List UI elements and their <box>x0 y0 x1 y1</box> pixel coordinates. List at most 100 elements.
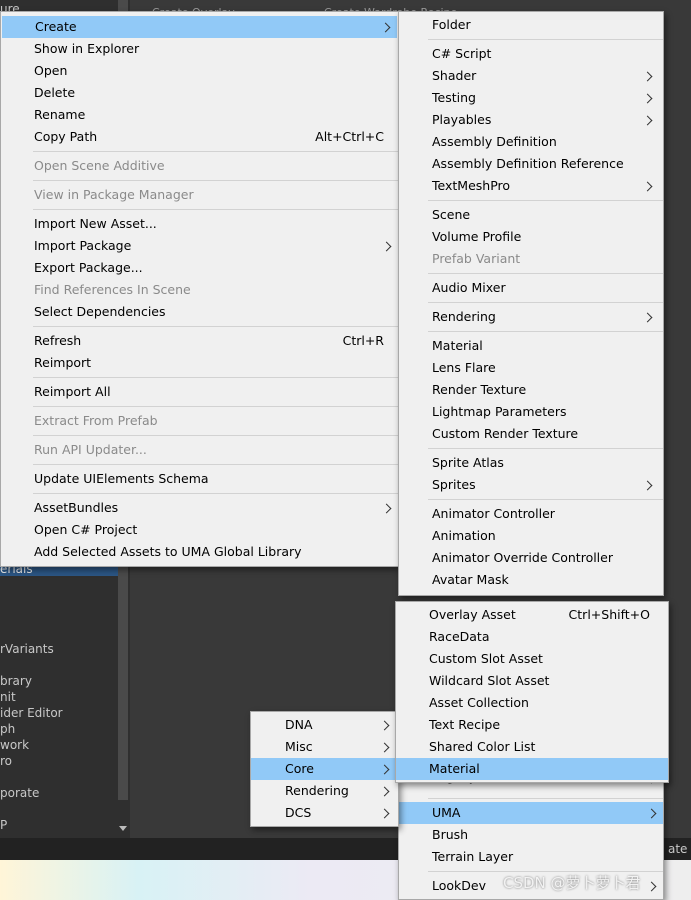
bg-item[interactable]: nit <box>0 690 16 704</box>
menu-item-label: Select Dependencies <box>34 304 166 319</box>
bg-item[interactable]: ider Editor <box>0 706 63 720</box>
menu-item-label: AssetBundles <box>34 500 119 515</box>
menu-item-render-texture[interactable]: Render Texture <box>399 379 663 401</box>
menu-item-lightmap-parameters[interactable]: Lightmap Parameters <box>399 401 663 423</box>
menu-item-volume-profile[interactable]: Volume Profile <box>399 226 663 248</box>
menu-item-scene[interactable]: Scene <box>399 204 663 226</box>
menu-item-shared-color-list[interactable]: Shared Color List <box>396 736 668 758</box>
menu-item-material[interactable]: Material <box>399 335 663 357</box>
menu-item-core[interactable]: Core <box>251 758 398 780</box>
menu-item-add-selected-assets-to-uma-global-library[interactable]: Add Selected Assets to UMA Global Librar… <box>1 541 398 563</box>
menu-item-lens-flare[interactable]: Lens Flare <box>399 357 663 379</box>
menu-item-open[interactable]: Open <box>1 60 398 82</box>
menu-item-animation[interactable]: Animation <box>399 525 663 547</box>
menu-item-label: Volume Profile <box>432 229 522 244</box>
bg-item[interactable]: rVariants <box>0 642 54 656</box>
menu-item-rendering[interactable]: Rendering <box>251 780 398 802</box>
menu-item-assembly-definition-reference[interactable]: Assembly Definition Reference <box>399 153 663 175</box>
menu-item-assetbundles[interactable]: AssetBundles <box>1 497 398 519</box>
menu-item-sprite-atlas[interactable]: Sprite Atlas <box>399 452 663 474</box>
menu-item-brush[interactable]: Brush <box>399 824 663 846</box>
chevron-right-icon <box>379 786 390 797</box>
menu-item-label: Add Selected Assets to UMA Global Librar… <box>34 544 302 559</box>
menu-separator <box>33 151 398 152</box>
menu-item-show-in-explorer[interactable]: Show in Explorer <box>1 38 398 60</box>
menu-item-run-api-updater: Run API Updater... <box>1 439 398 461</box>
chevron-right-icon <box>646 808 657 819</box>
menu-separator <box>428 273 663 274</box>
menu-item-animator-override-controller[interactable]: Animator Override Controller <box>399 547 663 569</box>
menu-item-label: Lens Flare <box>432 360 496 375</box>
core-submenu: Overlay Asset Ctrl+Shift+O RaceData Custom … <box>395 601 669 783</box>
bg-item[interactable]: brary <box>0 674 32 688</box>
menu-item-label: Extract From Prefab <box>34 413 158 428</box>
menu-item-custom-render-texture[interactable]: Custom Render Texture <box>399 423 663 445</box>
menu-item-label: Reimport All <box>34 384 111 399</box>
menu-item-label: Create <box>35 19 77 34</box>
bg-item[interactable]: P <box>0 818 7 832</box>
menu-item-folder[interactable]: Folder <box>399 14 663 36</box>
menu-item-label: Update UIElements Schema <box>34 471 209 486</box>
menu-item-select-dependencies[interactable]: Select Dependencies <box>1 301 398 323</box>
menu-separator <box>428 39 663 40</box>
menu-item-copy-path[interactable]: Copy Path Alt+Ctrl+C <box>1 126 398 148</box>
bg-item[interactable]: porate <box>0 786 39 800</box>
menu-item-label: Copy Path <box>34 129 98 144</box>
menu-item-uma[interactable]: UMA <box>399 802 663 824</box>
menu-item-playables[interactable]: Playables <box>399 109 663 131</box>
menu-item-update-uielements-schema[interactable]: Update UIElements Schema <box>1 468 398 490</box>
menu-item-overlay-asset[interactable]: Overlay Asset Ctrl+Shift+O <box>396 604 668 626</box>
menu-item-asset-collection[interactable]: Asset Collection <box>396 692 668 714</box>
menu-item-refresh[interactable]: Refresh Ctrl+R <box>1 330 398 352</box>
menu-separator <box>428 200 663 201</box>
menu-item-testing[interactable]: Testing <box>399 87 663 109</box>
context-menu: Create Show in Explorer Open Delete Rename Co… <box>0 11 399 567</box>
menu-item-dna[interactable]: DNA <box>251 714 398 736</box>
menu-item-custom-slot-asset[interactable]: Custom Slot Asset <box>396 648 668 670</box>
menu-item-label: Testing <box>432 90 476 105</box>
menu-item-create[interactable]: Create <box>2 16 397 38</box>
menu-item-sprites[interactable]: Sprites <box>399 474 663 496</box>
uma-submenu: DNA Misc Core Rendering DCS <box>250 711 399 827</box>
menu-separator <box>33 493 398 494</box>
menu-item-terrain-layer[interactable]: Terrain Layer <box>399 846 663 868</box>
menu-item-racedata[interactable]: RaceData <box>396 626 668 648</box>
menu-item-rendering[interactable]: Rendering <box>399 306 663 328</box>
menu-item-textmeshpro[interactable]: TextMeshPro <box>399 175 663 197</box>
menu-item-avatar-mask[interactable]: Avatar Mask <box>399 569 663 591</box>
menu-separator <box>33 209 398 210</box>
menu-item-assembly-definition[interactable]: Assembly Definition <box>399 131 663 153</box>
menu-separator <box>428 798 663 799</box>
chevron-right-icon <box>642 71 653 82</box>
menu-item-export-package[interactable]: Export Package... <box>1 257 398 279</box>
menu-item-c-script[interactable]: C# Script <box>399 43 663 65</box>
scroll-down-icon[interactable] <box>119 826 127 831</box>
menu-item-label: Audio Mixer <box>432 280 506 295</box>
menu-item-delete[interactable]: Delete <box>1 82 398 104</box>
bg-item[interactable]: ph <box>0 722 15 736</box>
menu-item-text-recipe[interactable]: Text Recipe <box>396 714 668 736</box>
menu-item-dcs[interactable]: DCS <box>251 802 398 824</box>
menu-item-label: View in Package Manager <box>34 187 194 202</box>
menu-item-reimport[interactable]: Reimport <box>1 352 398 374</box>
menu-item-material[interactable]: Material <box>396 758 668 780</box>
menu-item-label: Rendering <box>285 783 349 798</box>
menu-item-label: Show in Explorer <box>34 41 140 56</box>
menu-item-misc[interactable]: Misc <box>251 736 398 758</box>
menu-item-import-package[interactable]: Import Package <box>1 235 398 257</box>
menu-item-label: Open C# Project <box>34 522 138 537</box>
menu-item-open-c-project[interactable]: Open C# Project <box>1 519 398 541</box>
menu-item-label: LookDev <box>432 878 486 893</box>
menu-item-label: TextMeshPro <box>432 178 511 193</box>
menu-item-animator-controller[interactable]: Animator Controller <box>399 503 663 525</box>
bg-item[interactable]: work <box>0 738 29 752</box>
menu-item-rename[interactable]: Rename <box>1 104 398 126</box>
menu-item-label: Asset Collection <box>429 695 529 710</box>
menu-item-wildcard-slot-asset[interactable]: Wildcard Slot Asset <box>396 670 668 692</box>
bg-item[interactable]: ro <box>0 754 12 768</box>
menu-item-label: Import New Asset... <box>34 216 157 231</box>
menu-item-reimport-all[interactable]: Reimport All <box>1 381 398 403</box>
menu-item-audio-mixer[interactable]: Audio Mixer <box>399 277 663 299</box>
menu-item-import-new-asset[interactable]: Import New Asset... <box>1 213 398 235</box>
menu-item-shader[interactable]: Shader <box>399 65 663 87</box>
